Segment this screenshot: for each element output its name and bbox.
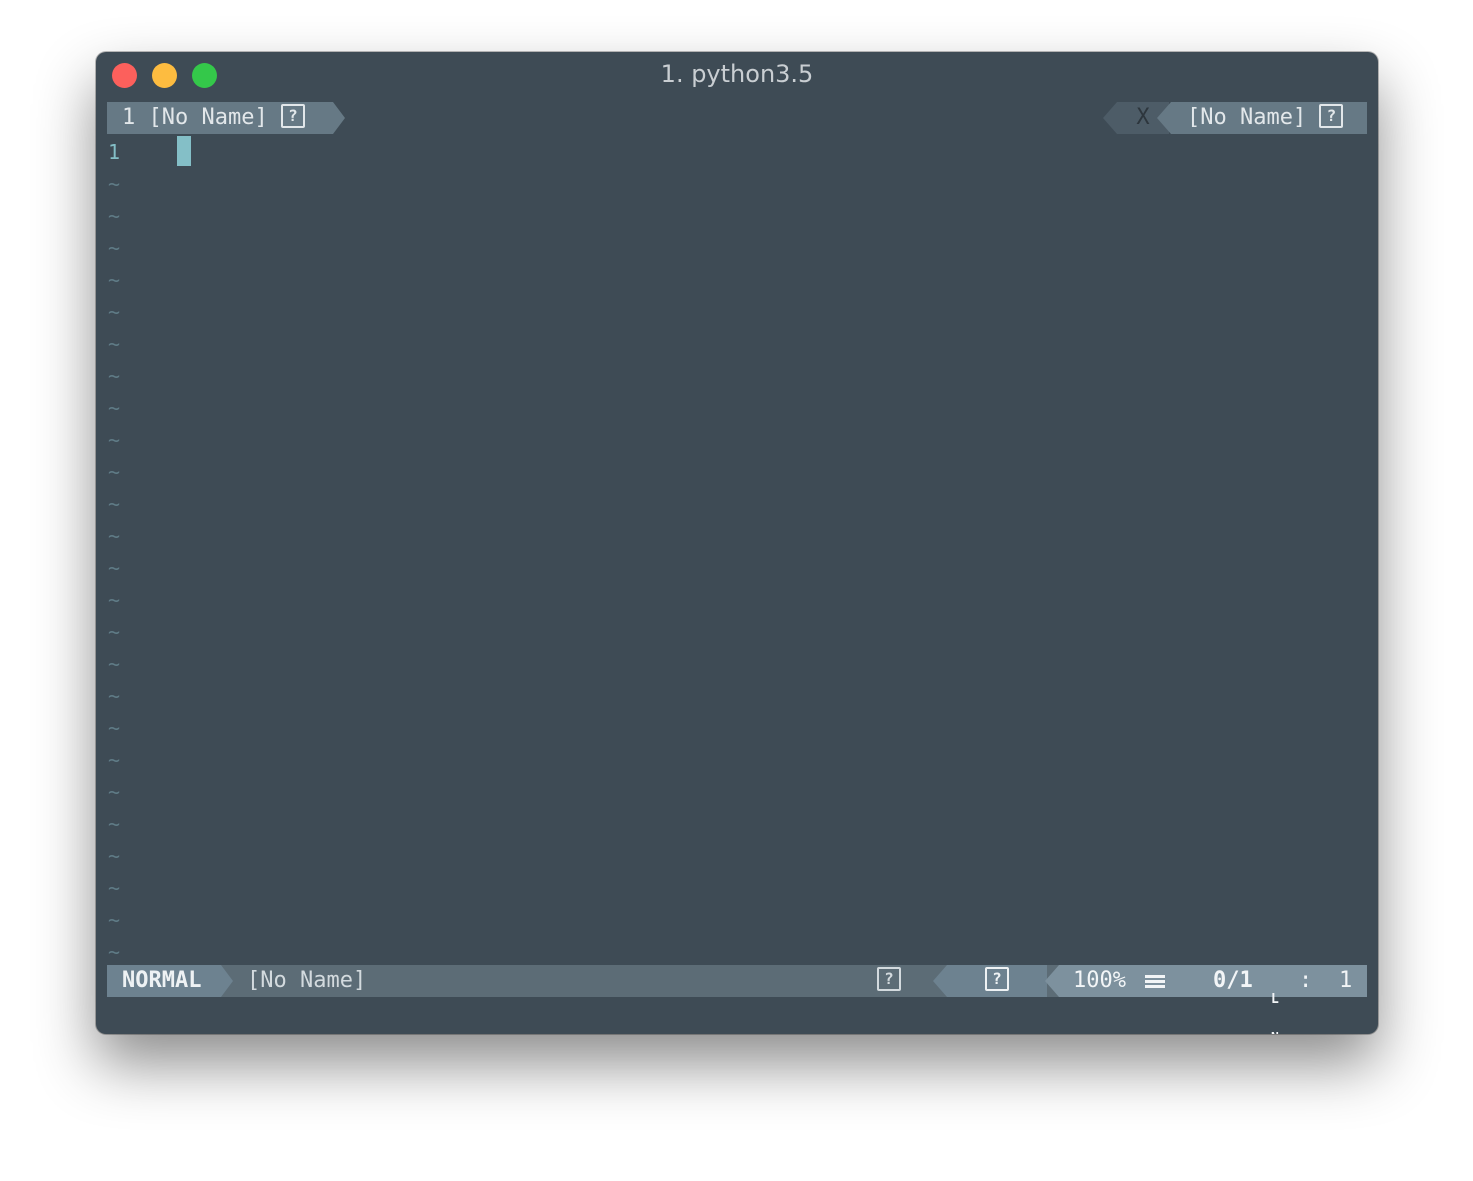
question-box-icon: ? — [1319, 104, 1344, 128]
column-number: 1 — [1339, 968, 1353, 993]
empty-line-marker: ~ — [108, 940, 121, 964]
empty-line-marker: ~ — [108, 524, 121, 548]
empty-line-marker: ~ — [108, 684, 121, 708]
text-cursor — [177, 136, 191, 166]
status-encoding: ? — [947, 965, 1047, 997]
empty-line-marker: ~ — [108, 172, 121, 196]
empty-line-marker: ~ — [108, 780, 121, 804]
empty-line-marker: ~ — [108, 268, 121, 292]
status-filename: [No Name] — [247, 968, 367, 993]
empty-line-marker: ~ — [108, 204, 121, 228]
status-arrow-icon — [1045, 965, 1059, 997]
empty-line-marker: ~ — [108, 876, 121, 900]
question-box-icon: ? — [985, 967, 1009, 991]
status-position: 100% 0/1 L N : 1 — [1059, 965, 1367, 1034]
empty-line-marker: ~ — [108, 364, 121, 388]
ln-icon: L N — [1271, 967, 1285, 1034]
tab-active-label: 1 [No Name] — [122, 105, 268, 130]
line-position: 0/1 — [1213, 968, 1253, 993]
empty-line-marker: ~ — [108, 908, 121, 932]
empty-line-marker: ~ — [108, 748, 121, 772]
hamburger-icon — [1145, 975, 1165, 988]
vim-tabline: 1 [No Name] ? X [No Name] ? — [107, 102, 1367, 134]
empty-line-marker: ~ — [108, 300, 121, 324]
vim-statusline: NORMAL [No Name] ? ? 100% 0/1 L N : 1 — [107, 965, 1367, 1034]
empty-line-marker: ~ — [108, 428, 121, 452]
ln-icon-top: L — [1271, 992, 1279, 1007]
empty-line-marker: ~ — [108, 588, 121, 612]
window-title: 1. python3.5 — [660, 60, 814, 88]
mode-arrow-icon — [221, 965, 233, 997]
title-bar[interactable]: 1. python3.5 — [96, 52, 1378, 100]
empty-line-marker: ~ — [108, 332, 121, 356]
empty-line-marker: ~ — [108, 844, 121, 868]
tab-active[interactable]: 1 [No Name] ? — [107, 102, 333, 134]
empty-line-marker: ~ — [108, 812, 121, 836]
tab-separator-arrow-icon — [333, 102, 345, 134]
question-box-icon: ? — [280, 104, 305, 128]
tab-right-arrow-icon — [1157, 102, 1171, 134]
editor-area[interactable]: 1 ~ ~ ~ ~ ~ ~ ~ ~ ~ ~ ~ ~ ~ ~ ~ ~ ~ ~ ~ ~ ~ ~ ~ ~ ~ — [107, 136, 1367, 964]
mode-indicator: NORMAL — [107, 965, 221, 997]
empty-line-marker: ~ — [108, 460, 121, 484]
terminal-window: 1. python3.5 1 [No Name] ? X [No Name] ?… — [96, 52, 1378, 1034]
line-number: 1 — [108, 140, 121, 164]
empty-line-marker: ~ — [108, 716, 121, 740]
ln-icon-bottom: N — [1271, 1032, 1285, 1034]
scroll-percent: 100% — [1073, 968, 1126, 993]
status-arrow-icon — [933, 965, 947, 997]
empty-line-marker: ~ — [108, 396, 121, 420]
tab-close-arrow-icon — [1103, 102, 1117, 134]
status-filetype: ? — [877, 965, 901, 997]
tab-buffer-right[interactable]: [No Name] ? — [1171, 102, 1367, 134]
empty-line-marker: ~ — [108, 492, 121, 516]
empty-line-marker: ~ — [108, 556, 121, 580]
empty-line-marker: ~ — [108, 236, 121, 260]
tab-right-label: [No Name] — [1187, 105, 1307, 130]
empty-line-marker: ~ — [108, 620, 121, 644]
question-box-icon: ? — [877, 967, 901, 991]
column-separator: : — [1299, 968, 1313, 993]
empty-line-marker: ~ — [108, 652, 121, 676]
